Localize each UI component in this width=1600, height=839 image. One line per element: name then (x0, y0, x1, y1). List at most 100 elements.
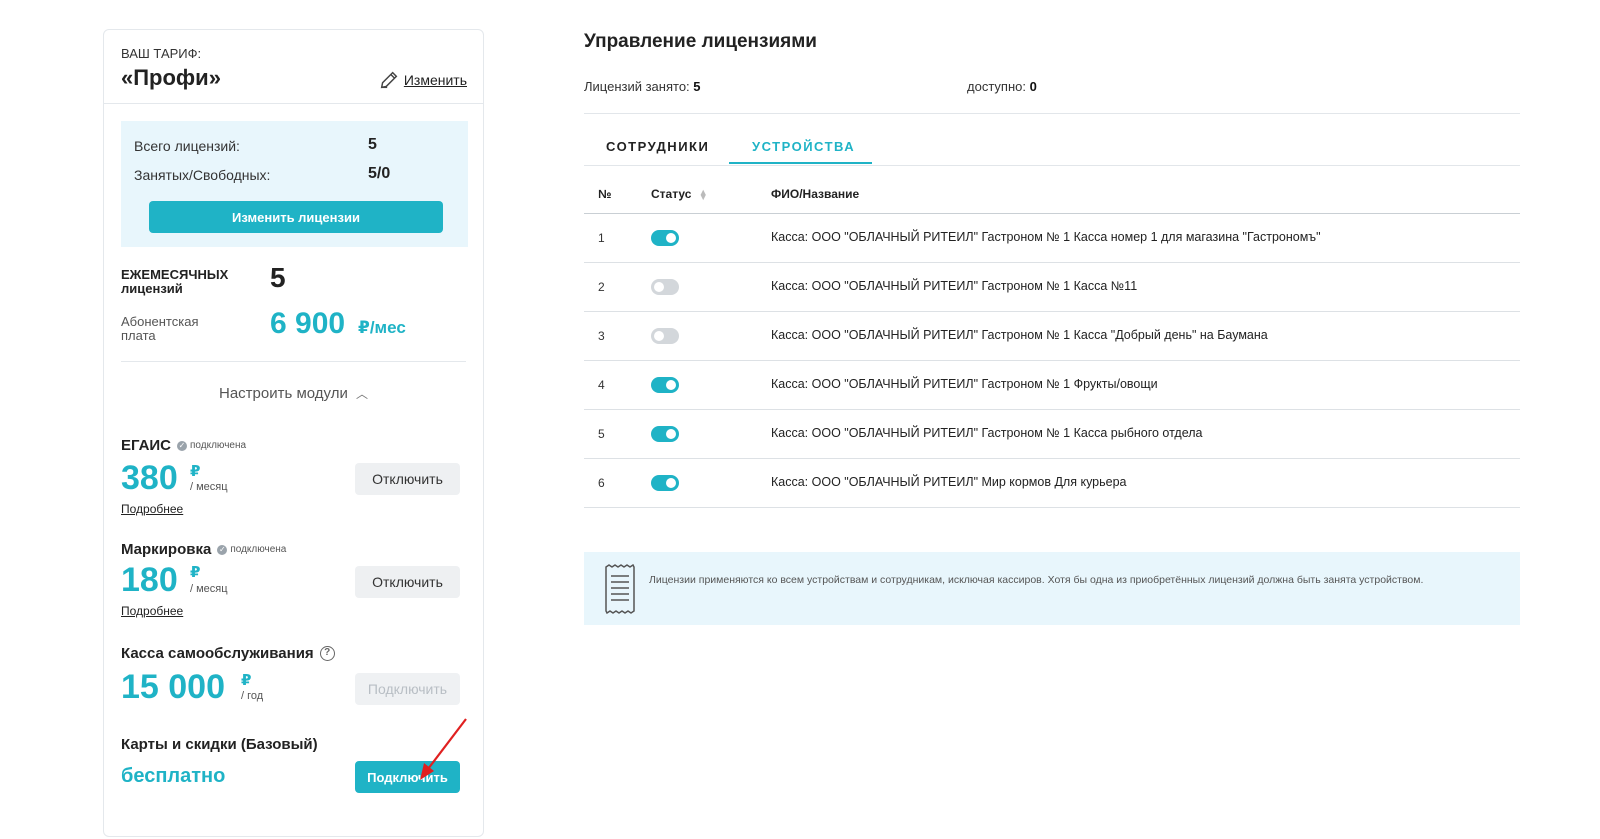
module-egais-currency: ₽ (190, 463, 201, 480)
column-header-status-label: Статус (651, 187, 692, 201)
toggle-knob (666, 380, 676, 390)
module-cards-name: Карты и скидки (Базовый) (121, 736, 318, 753)
module-egais-price: 380 (121, 459, 178, 497)
monthly-licenses-value: 5 (270, 262, 286, 293)
egais-disconnect-button[interactable]: Отключить (355, 463, 460, 495)
license-toggle[interactable] (651, 279, 679, 295)
table-row: 6 Касса: ООО "ОБЛАЧНЫЙ РИТЕИЛ" Мир кормов… (584, 459, 1520, 508)
row-number: 4 (598, 378, 605, 392)
table-row: 2 Касса: ООО "ОБЛАЧНЫЙ РИТЕИЛ" Гастроном … (584, 263, 1520, 312)
row-number: 2 (598, 280, 605, 294)
column-header-num: № (598, 187, 612, 201)
device-name: Касса: ООО "ОБЛАЧНЫЙ РИТЕИЛ" Гастроном №… (771, 230, 1321, 244)
tab-devices[interactable]: УСТРОЙСТВА (752, 139, 855, 154)
license-toggle[interactable] (651, 230, 679, 246)
row-number: 5 (598, 427, 605, 441)
module-egais-title: ЕГАИС ✓ подключена (121, 437, 246, 454)
selfservice-connect-button[interactable]: Подключить (355, 673, 460, 705)
license-toggle[interactable] (651, 377, 679, 393)
toggle-knob (666, 478, 676, 488)
module-selfservice-name: Касса самообслуживания (121, 645, 314, 662)
pencil-icon (380, 71, 398, 89)
licenses-used-label: Лицензий занято: (584, 79, 690, 94)
marking-disconnect-button[interactable]: Отключить (355, 566, 460, 598)
configure-modules-label: Настроить модули (218, 385, 348, 402)
toggle-knob (666, 429, 676, 439)
module-marking-badge: подключена (230, 544, 287, 555)
table-row: 5 Касса: ООО "ОБЛАЧНЫЙ РИТЕИЛ" Гастроном … (584, 410, 1520, 459)
change-licenses-button[interactable]: Изменить лицензии (149, 201, 443, 233)
tabs-divider (584, 165, 1520, 166)
busy-free-value: 5/0 (368, 165, 391, 182)
check-circle-icon: ✓ (217, 544, 228, 555)
module-cards-title: Карты и скидки (Базовый) (121, 736, 318, 753)
module-marking-title: Маркировка ✓ подключена (121, 541, 286, 558)
toggle-knob (654, 331, 664, 341)
subscription-fee-value: 6 900 (270, 307, 346, 340)
module-selfservice-title: Касса самообслуживания ? (121, 645, 335, 662)
column-header-status[interactable]: Статус ▲ ▼ (651, 187, 708, 201)
card-divider (104, 103, 483, 104)
header-divider (584, 113, 1520, 114)
total-licenses-value: 5 (368, 136, 377, 153)
module-egais-period: / месяц (190, 481, 228, 493)
edit-tariff-label: Изменить (403, 72, 467, 88)
question-circle-icon[interactable]: ? (319, 646, 335, 661)
table-row: 3 Касса: ООО "ОБЛАЧНЫЙ РИТЕИЛ" Гастроном … (584, 312, 1520, 361)
module-selfservice-price: 15 000 (121, 668, 225, 706)
row-number: 6 (598, 476, 605, 490)
check-circle-icon: ✓ (177, 440, 188, 451)
module-egais-more-link[interactable]: Подробнее (121, 502, 183, 516)
module-marking-price: 180 (121, 561, 178, 599)
table-row: 4 Касса: ООО "ОБЛАЧНЫЙ РИТЕИЛ" Гастроном … (584, 361, 1520, 410)
chevron-up-icon: ︿ (356, 387, 369, 401)
module-marking-more-link[interactable]: Подробнее (121, 604, 183, 618)
module-cards-price: бесплатно (121, 765, 226, 787)
section-divider (121, 361, 466, 362)
info-notice-text: Лицензии применяются ко всем устройствам… (649, 574, 1424, 586)
module-selfservice-currency: ₽ (241, 672, 252, 689)
device-name: Касса: ООО "ОБЛАЧНЫЙ РИТЕИЛ" Гастроном №… (771, 426, 1203, 440)
tariff-caption: ВАШ ТАРИФ: (121, 46, 202, 61)
red-arrow-annotation (420, 718, 467, 780)
table-row: 1 Касса: ООО "ОБЛАЧНЫЙ РИТЕИЛ" Гастроном … (584, 214, 1520, 263)
subscription-fee-label: Абонентская плата (121, 314, 199, 343)
tariff-name: «Профи» (121, 65, 221, 90)
module-egais-name: ЕГАИС (121, 437, 172, 454)
toggle-knob (666, 233, 676, 243)
devices-table: 1 Касса: ООО "ОБЛАЧНЫЙ РИТЕИЛ" Гастроном … (584, 214, 1520, 508)
info-notice: Лицензии применяются ко всем устройствам… (584, 552, 1520, 625)
device-name: Касса: ООО "ОБЛАЧНЫЙ РИТЕИЛ" Гастроном №… (771, 377, 1158, 391)
licenses-available: доступно: 0 (967, 79, 1037, 94)
monthly-licenses-label: ЕЖЕМЕСЯЧНЫХ лицензий (121, 267, 229, 296)
licenses-summary: Всего лицензий: 5 Занятых/Свободных: 5/0… (121, 121, 468, 247)
module-marking-status: ✓ подключена (217, 544, 286, 555)
license-toggle[interactable] (651, 426, 679, 442)
module-egais-badge: подключена (190, 440, 247, 451)
license-toggle[interactable] (651, 475, 679, 491)
module-marking-name: Маркировка (121, 541, 212, 558)
device-name: Касса: ООО "ОБЛАЧНЫЙ РИТЕИЛ" Мир кормов … (771, 475, 1127, 489)
license-toggle[interactable] (651, 328, 679, 344)
module-marking-period: / месяц (190, 583, 228, 595)
licenses-available-label: доступно: (967, 79, 1026, 94)
receipt-icon (605, 564, 635, 614)
module-marking-currency: ₽ (190, 564, 201, 581)
toggle-knob (654, 282, 664, 292)
page-title: Управление лицензиями (584, 31, 817, 52)
configure-modules-toggle[interactable]: Настроить модули ︿ (104, 385, 483, 402)
row-number: 1 (598, 231, 605, 245)
column-header-name: ФИО/Название (771, 187, 860, 201)
licenses-used: Лицензий занято: 5 (584, 79, 701, 94)
licenses-available-value: 0 (1029, 79, 1037, 94)
licenses-used-value: 5 (693, 79, 701, 94)
row-number: 3 (598, 329, 605, 343)
active-tab-indicator (729, 162, 872, 164)
tab-employees[interactable]: СОТРУДНИКИ (606, 139, 709, 154)
sort-icon[interactable]: ▲ ▼ (699, 187, 708, 201)
subscription-fee-unit: ₽/мес (358, 318, 406, 337)
edit-tariff-link[interactable]: Изменить (378, 69, 467, 91)
device-name: Касса: ООО "ОБЛАЧНЫЙ РИТЕИЛ" Гастроном №… (771, 279, 1138, 293)
total-licenses-label: Всего лицензий: (134, 138, 240, 154)
module-egais-status: ✓ подключена (177, 440, 246, 451)
